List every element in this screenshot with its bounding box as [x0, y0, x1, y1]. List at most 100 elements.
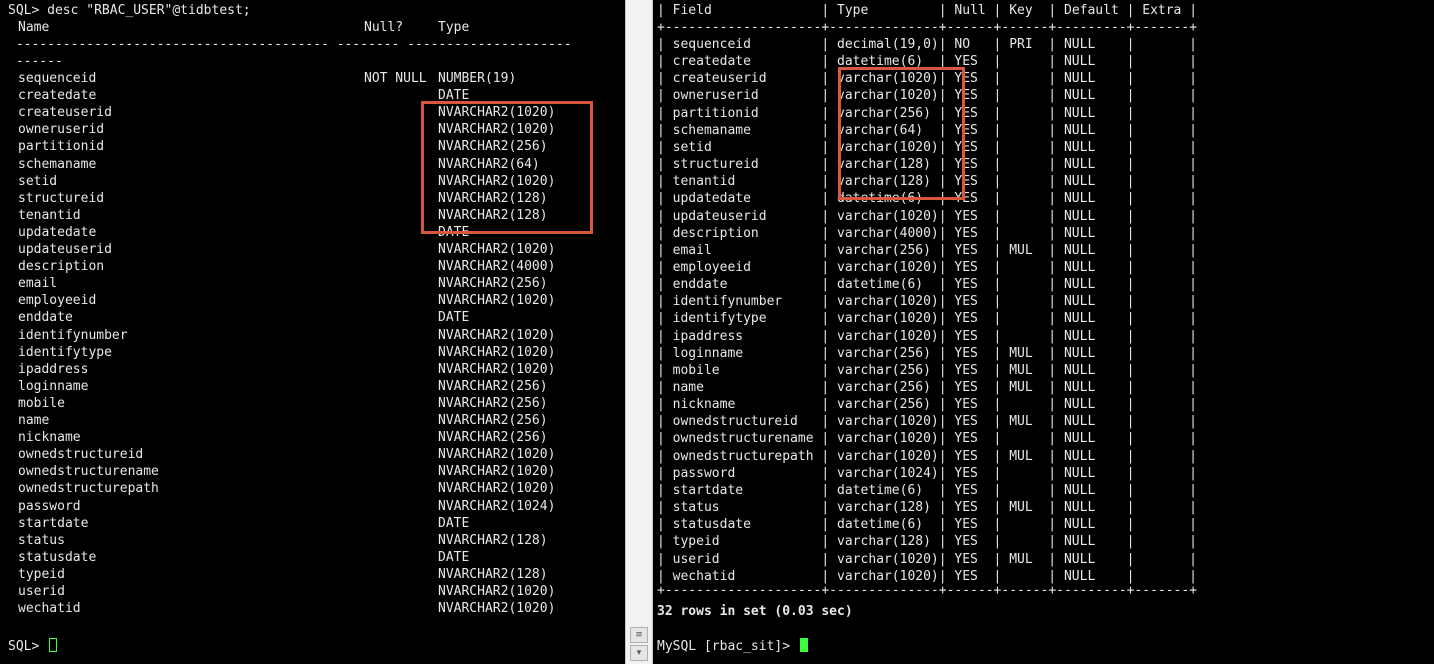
- rows-in-set-summary: 32 rows in set (0.03 sec): [657, 604, 853, 619]
- cell-divider: |: [985, 500, 1010, 516]
- table-row: | ownedstructurename | varchar(1020) | Y…: [657, 430, 1197, 447]
- table-row: | description | varchar(4000) | YES | | …: [657, 225, 1197, 242]
- cell-divider: |: [1181, 397, 1198, 413]
- cell-divider: |: [657, 105, 673, 121]
- column-name-cell: name: [18, 413, 50, 428]
- column-type-cell: NVARCHAR2(128): [438, 566, 548, 582]
- column-type-cell: NVARCHAR2(256): [438, 395, 548, 411]
- cell-divider: |: [1118, 122, 1143, 138]
- null-cell: YES: [954, 277, 978, 293]
- null-cell: YES: [954, 431, 978, 447]
- type-cell: varchar(1020): [837, 259, 939, 275]
- cell-divider: |: [813, 54, 838, 70]
- table-row: | status | varchar(128) | YES | MUL | NU…: [657, 499, 1197, 516]
- type-cell: datetime(6): [837, 517, 924, 533]
- default-cell: NULL: [1063, 277, 1096, 293]
- column-type-cell: NVARCHAR2(1020): [438, 361, 556, 377]
- cell-divider: |: [1118, 259, 1143, 275]
- cell-divider: |: [813, 431, 838, 447]
- cell-divider: |: [657, 482, 673, 498]
- null-cell: YES: [954, 482, 978, 498]
- cell-divider: |: [657, 191, 673, 207]
- cell-divider: |: [1181, 71, 1198, 87]
- table-row: | statusdate | datetime(6) | YES | | NUL…: [657, 516, 1197, 533]
- cell-divider: |: [930, 380, 955, 395]
- cell-divider: |: [985, 71, 1010, 87]
- key-cell: MUL: [1009, 345, 1033, 361]
- left-terminal-oracle-sqlplus[interactable]: SQL> desc "RBAC_USER"@tidbtest; Name Nul…: [0, 0, 625, 664]
- type-cell: varchar(1020): [837, 208, 939, 224]
- scroll-up-icon[interactable]: ≡: [630, 627, 648, 643]
- cell-divider: |: [1118, 294, 1143, 310]
- null-cell: YES: [954, 414, 978, 430]
- cell-divider: |: [657, 54, 673, 70]
- table-row: | ownedstructureid | varchar(1020) | YES…: [657, 413, 1197, 430]
- cell-divider: |: [1118, 88, 1143, 104]
- cell-divider: |: [1040, 208, 1064, 224]
- column-name-cell: startdate: [18, 515, 89, 531]
- pane-scrollbar[interactable]: ≡ ▾: [625, 0, 653, 664]
- cell-divider: |: [657, 157, 673, 173]
- cell-divider: |: [1118, 500, 1143, 516]
- column-type-cell: DATE: [438, 515, 470, 531]
- field-cell: tenantid: [672, 174, 736, 190]
- column-name-cell: schemaname: [18, 156, 97, 172]
- default-cell: NULL: [1063, 139, 1096, 155]
- cell-divider: |: [985, 139, 1010, 155]
- cell-divider: |: [930, 517, 955, 533]
- cell-divider: |: [657, 311, 673, 327]
- null-cell: YES: [954, 534, 978, 550]
- null-cell: YES: [954, 311, 978, 327]
- cell-divider: |: [1181, 225, 1198, 241]
- cell-divider: |: [985, 534, 1010, 550]
- cell-divider: |: [1181, 534, 1198, 550]
- default-cell: NULL: [1063, 174, 1096, 190]
- column-name-cell: email: [18, 276, 58, 292]
- field-cell: identifynumber: [672, 294, 783, 310]
- default-cell: NULL: [1063, 328, 1096, 344]
- cell-divider: |: [813, 362, 838, 378]
- mysql-prompt[interactable]: MySQL [rbac_sit]>: [657, 638, 808, 655]
- column-name-cell: status: [18, 532, 65, 548]
- cell-divider: |: [930, 465, 955, 481]
- null-cell: YES: [954, 225, 978, 241]
- table-row: | startdate | datetime(6) | YES | | NULL…: [657, 482, 1197, 499]
- cell-divider: |: [657, 345, 673, 361]
- highlight-box-varchar-types: [838, 67, 965, 200]
- cell-divider: |: [930, 551, 955, 567]
- sqlplus-prompt[interactable]: SQL>: [8, 638, 58, 655]
- column-name-cell: statusdate: [18, 549, 97, 565]
- scroll-down-icon[interactable]: ▾: [630, 645, 648, 661]
- type-cell: varchar(1020): [837, 431, 939, 447]
- cell-divider: |: [1181, 139, 1198, 155]
- cell-divider: |: [1118, 362, 1143, 378]
- table-row: | loginname | varchar(256) | YES | MUL |…: [657, 345, 1197, 362]
- cell-divider: |: [1040, 174, 1064, 190]
- column-type-cell: NVARCHAR2(1020): [438, 584, 556, 599]
- cell-divider: |: [985, 380, 1010, 395]
- default-cell: NULL: [1063, 345, 1096, 361]
- type-cell: varchar(1020): [837, 328, 939, 344]
- cell-divider: |: [930, 397, 955, 413]
- type-cell: varchar(1020): [837, 551, 939, 567]
- column-name-cell: createdate: [18, 88, 97, 104]
- default-cell: NULL: [1063, 517, 1096, 533]
- column-type-cell: DATE: [438, 310, 470, 326]
- cell-divider: |: [1118, 397, 1143, 413]
- table-row: | sequenceid | decimal(19,0) | NO | PRI …: [657, 36, 1197, 53]
- text-cursor-icon: [799, 638, 808, 652]
- type-cell: datetime(6): [837, 277, 924, 293]
- column-type-cell: NVARCHAR2(1020): [438, 344, 556, 360]
- cell-divider: |: [1040, 88, 1064, 104]
- type-cell: varchar(256): [837, 397, 931, 413]
- cell-divider: |: [1181, 465, 1198, 481]
- cell-divider: |: [1118, 517, 1143, 533]
- cell-divider: |: [1118, 174, 1143, 190]
- column-header-null: Null?: [364, 20, 404, 35]
- column-name-cell: password: [18, 498, 81, 514]
- cell-divider: |: [813, 139, 838, 155]
- right-terminal-mysql[interactable]: | Field | Type | Null | Key | Default | …: [653, 0, 1434, 664]
- cell-divider: |: [1118, 431, 1143, 447]
- cell-divider: |: [657, 208, 673, 224]
- type-cell: decimal(19,0): [837, 37, 939, 52]
